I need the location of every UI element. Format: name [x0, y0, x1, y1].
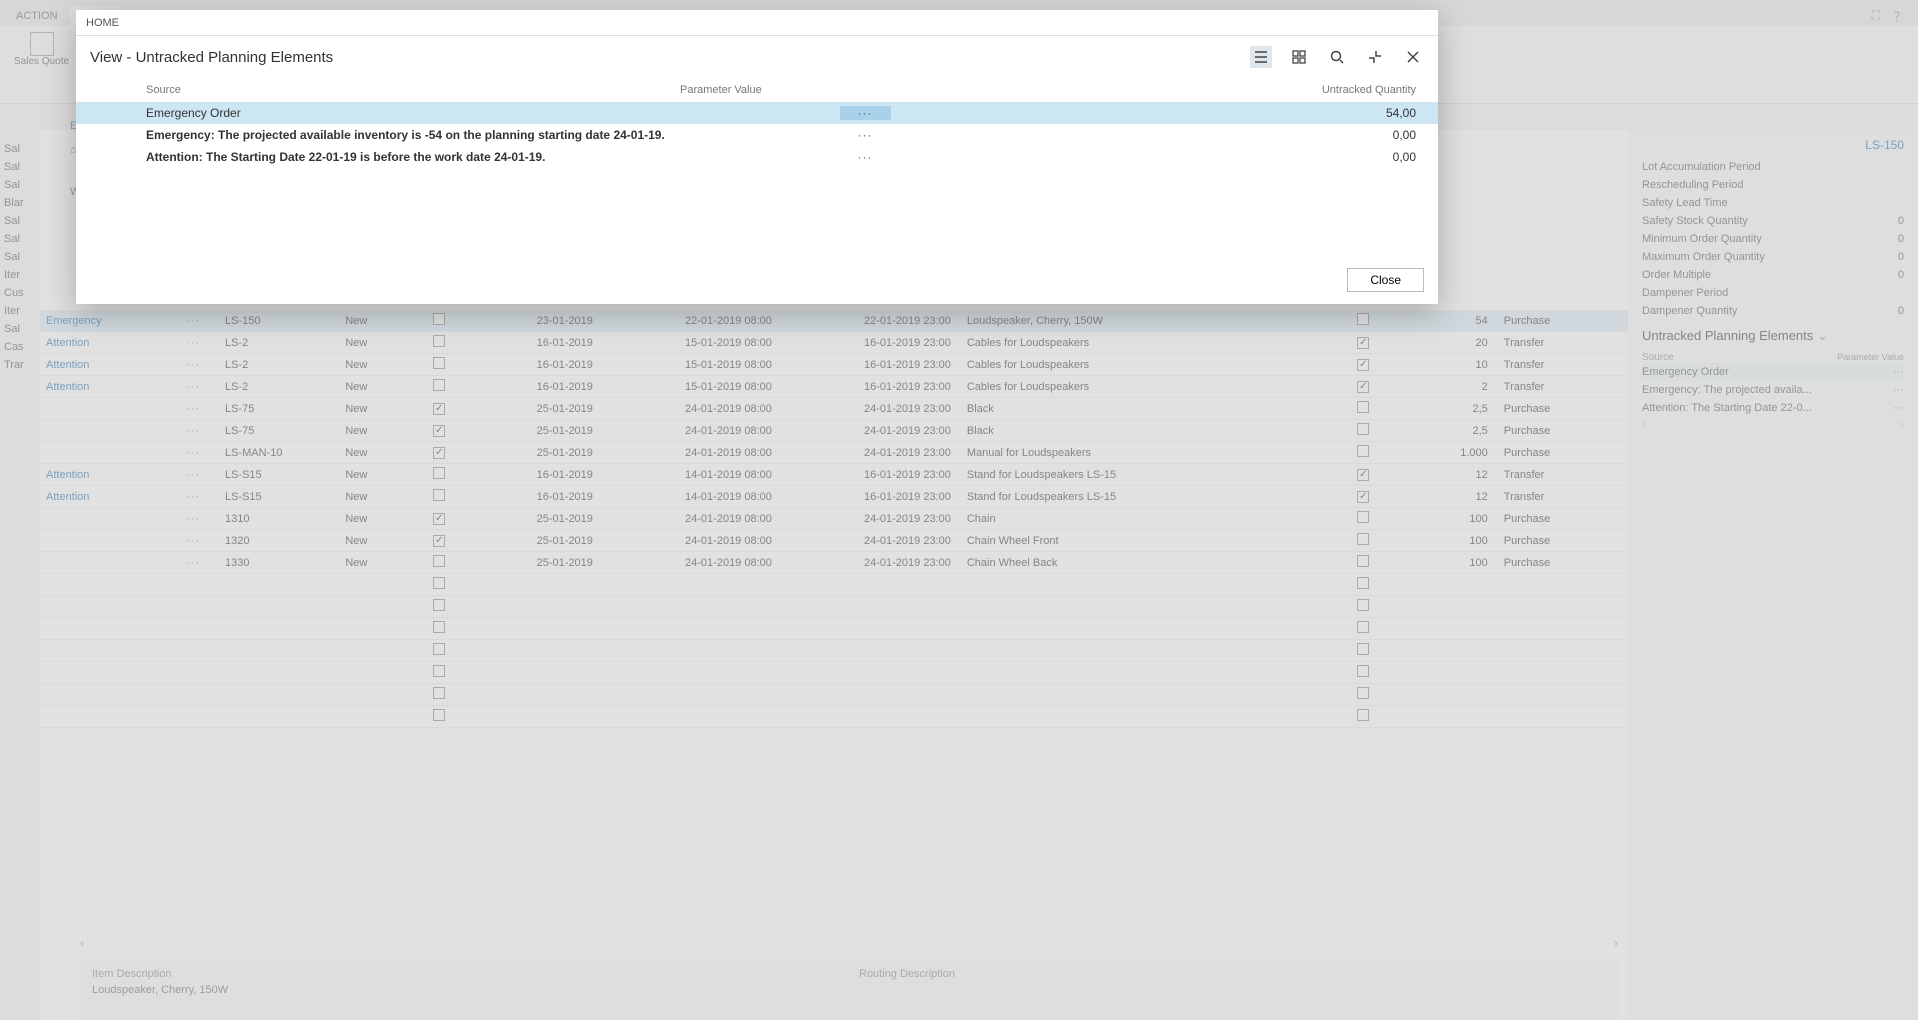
- modal-source: Attention: The Starting Date 22-01-19 is…: [90, 150, 680, 164]
- modal-title: View - Untracked Planning Elements: [90, 49, 333, 66]
- modal-qty: 54,00: [1050, 106, 1424, 120]
- modal-column-headers: Source Parameter Value Untracked Quantit…: [76, 78, 1438, 102]
- modal-qty: 0,00: [1050, 150, 1424, 164]
- collapse-icon[interactable]: [1364, 46, 1386, 68]
- modal-row[interactable]: Emergency Order ··· 54,00: [76, 102, 1438, 124]
- modal-row[interactable]: Emergency: The projected available inven…: [76, 124, 1438, 146]
- search-icon[interactable]: [1326, 46, 1348, 68]
- close-button[interactable]: Close: [1347, 268, 1424, 292]
- close-icon[interactable]: [1402, 46, 1424, 68]
- modal-source: Emergency Order: [90, 106, 680, 120]
- col-source[interactable]: Source: [90, 84, 680, 96]
- modal-param-actions-icon[interactable]: ···: [840, 150, 891, 164]
- modal-row[interactable]: Attention: The Starting Date 22-01-19 is…: [76, 146, 1438, 168]
- modal-param-actions-icon[interactable]: ···: [840, 128, 891, 142]
- col-untracked-quantity[interactable]: Untracked Quantity: [1050, 84, 1424, 96]
- modal-tab-home[interactable]: HOME: [76, 10, 1438, 36]
- untracked-planning-modal: HOME View - Untracked Planning Elements …: [76, 10, 1438, 304]
- modal-grid-body: Emergency Order ··· 54,00 Emergency: The pr…: [76, 102, 1438, 168]
- modal-qty: 0,00: [1050, 128, 1424, 142]
- modal-param-actions-icon[interactable]: ···: [840, 106, 891, 120]
- col-parameter-value[interactable]: Parameter Value: [680, 84, 1050, 96]
- list-view-icon[interactable]: [1250, 46, 1272, 68]
- modal-source: Emergency: The projected available inven…: [90, 128, 680, 142]
- tile-view-icon[interactable]: [1288, 46, 1310, 68]
